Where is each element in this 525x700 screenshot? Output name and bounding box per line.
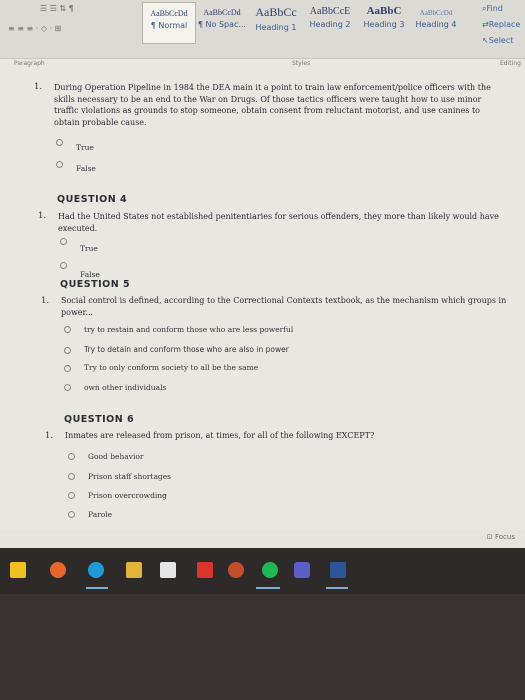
bullets-icon[interactable]: ☰ ☰ ⇅ ¶ — [40, 4, 74, 13]
question-heading: QUESTION 4 — [57, 194, 128, 205]
cursor-icon: ↖ — [482, 36, 489, 45]
question-number: 1. — [45, 431, 54, 441]
option-label: True — [80, 244, 98, 253]
focus-button[interactable]: ⊡ Focus — [487, 533, 515, 541]
style-sample: AaBbCcDd — [150, 9, 188, 18]
style-heading-4[interactable]: AaBbCcDd Heading 4 — [412, 2, 460, 42]
radio-option-d[interactable] — [68, 511, 75, 518]
radio-true[interactable] — [56, 139, 63, 146]
ribbon: ☰ ☰ ⇅ ¶ ≡ ≡ ≡ · ◇ · ⊞ AaBbCcDd ¶ Normal … — [0, 0, 525, 59]
style-name: ¶ No Spac... — [197, 20, 247, 29]
taskbar-spotify-icon[interactable] — [262, 562, 278, 578]
option-label: Try to detain and conform those who are … — [84, 345, 289, 354]
find-label: Find — [486, 4, 503, 13]
question-text: During Operation Pipeline in 1984 the DE… — [54, 83, 491, 127]
taskbar-teams-icon[interactable] — [294, 562, 310, 578]
option-label: Prison overcrowding — [88, 491, 167, 500]
taskbar-word-icon[interactable] — [330, 562, 346, 578]
radio-option-a[interactable] — [64, 326, 71, 333]
select-label: Select — [488, 36, 514, 45]
option-label: own other individuals — [84, 383, 167, 392]
style-name: Heading 4 — [415, 20, 457, 29]
word-window: ☰ ☰ ⇅ ¶ ≡ ≡ ≡ · ◇ · ⊞ AaBbCcDd ¶ Normal … — [0, 0, 525, 548]
taskbar-edge-icon[interactable] — [88, 562, 104, 578]
status-bar: ⊡ Focus — [0, 530, 525, 548]
option-label: False — [76, 164, 96, 173]
style-sample: AaBbCcDd — [203, 8, 241, 17]
option-label: Parole — [88, 510, 113, 519]
option-label: True — [76, 143, 94, 152]
active-indicator — [326, 587, 348, 589]
radio-option-a[interactable] — [68, 453, 75, 460]
taskbar-firefox-icon[interactable] — [50, 562, 66, 578]
question-heading: QUESTION 6 — [64, 414, 135, 425]
focus-icon: ⊡ — [486, 533, 495, 541]
radio-option-c[interactable] — [68, 492, 75, 499]
align-icon[interactable]: ≡ ≡ ≡ · ◇ · ⊞ — [8, 24, 61, 33]
styles-gallery: AaBbCcDd ¶ Normal AaBbCcDd ¶ No Spac... … — [142, 2, 467, 44]
style-name: Heading 1 — [255, 23, 297, 32]
radio-option-b[interactable] — [64, 347, 71, 354]
select-button[interactable]: ↖Select — [482, 36, 513, 45]
focus-label: Focus — [495, 533, 515, 541]
radio-option-d[interactable] — [64, 384, 71, 391]
style-heading-2[interactable]: AaBbCcE Heading 2 — [304, 2, 356, 42]
replace-icon: ⇄ — [482, 20, 489, 29]
style-sample: AaBbCcE — [309, 6, 351, 17]
taskbar-app-icon[interactable] — [197, 562, 213, 578]
style-name: Heading 3 — [363, 20, 405, 29]
radio-option-b[interactable] — [68, 473, 75, 480]
active-indicator — [86, 587, 108, 589]
question-number: 1. — [41, 296, 50, 306]
option-label: Prison staff shortages — [88, 472, 172, 481]
question-heading: QUESTION 5 — [60, 279, 131, 290]
question-text: Inmates are released from prison, at tim… — [65, 431, 375, 440]
style-name: Heading 2 — [309, 20, 351, 29]
taskbar-store-icon[interactable] — [10, 562, 26, 578]
active-indicator — [256, 587, 280, 589]
radio-true[interactable] — [60, 238, 67, 245]
option-label: Try to only conform society to all be th… — [84, 363, 259, 372]
find-button[interactable]: ⌕Find — [482, 4, 503, 14]
replace-label: Replace — [488, 20, 521, 29]
document-page[interactable]: 1. During Operation Pipeline in 1984 the… — [0, 72, 525, 548]
question-number: 1. — [38, 211, 47, 221]
desk-surface — [0, 594, 525, 700]
option-label: Good behavior — [88, 452, 144, 461]
replace-button[interactable]: ⇄Replace — [482, 20, 520, 29]
style-heading-1[interactable]: AaBbCc Heading 1 — [250, 2, 302, 42]
style-sample: AaBbCc — [255, 5, 297, 19]
taskbar — [0, 548, 525, 594]
radio-option-c[interactable] — [64, 365, 71, 372]
group-label-paragraph: Paragraph — [14, 60, 45, 67]
question-text: Social control is defined, according to … — [61, 296, 507, 317]
taskbar-app2-icon[interactable] — [228, 562, 244, 578]
question-number: 1. — [34, 82, 43, 92]
group-label-styles: Styles — [292, 60, 311, 67]
style-no-spacing[interactable]: AaBbCcDd ¶ No Spac... — [196, 2, 248, 42]
taskbar-office-icon[interactable] — [160, 562, 176, 578]
style-heading-3[interactable]: AaBbC Heading 3 — [358, 2, 410, 42]
taskbar-files-icon[interactable] — [126, 562, 142, 578]
option-label: try to restain and conform those who are… — [84, 325, 294, 334]
group-label-editing: Editing — [500, 60, 521, 67]
question-text: Had the United States not established pe… — [58, 212, 499, 233]
style-name: ¶ Normal — [150, 21, 188, 30]
option-label: False — [80, 270, 100, 279]
radio-false[interactable] — [56, 161, 63, 168]
style-normal[interactable]: AaBbCcDd ¶ Normal — [142, 2, 196, 44]
style-sample: AaBbCcDd — [419, 9, 453, 17]
radio-false[interactable] — [60, 262, 67, 269]
style-sample: AaBbC — [366, 5, 402, 17]
